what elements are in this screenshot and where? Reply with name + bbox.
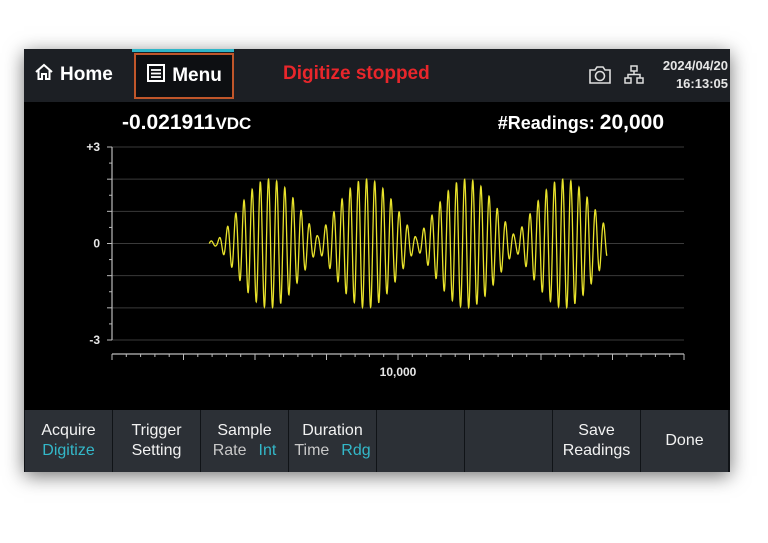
softkey-sub-label: Rate [212,442,247,459]
y-tick-label: 0 [93,237,100,251]
menu-button[interactable]: Menu [134,53,234,99]
softkey-done[interactable]: Done [641,410,728,472]
softkey-save-readings[interactable]: Save Readings [553,410,640,472]
measurement-reading: -0.021911VDC [122,111,251,135]
instrument-screen: Home Menu Digitize stopped 2024/04/20 16… [24,49,730,472]
menu-icon [146,63,166,89]
chart-labels: +3 0 -3 10,000 [86,140,416,379]
softkey-label: Trigger [131,422,182,439]
softkey-duration[interactable]: Duration Time Rdg [289,410,376,472]
softkey-blank-1[interactable] [377,410,464,472]
menu-tab-indicator [132,49,234,52]
home-label: Home [60,64,113,85]
menu-label: Menu [172,65,222,86]
softkey-label: Acquire [41,422,96,439]
softkey-value-row: Rate Int [213,441,277,461]
softkey-value: Rdg [341,442,371,459]
x-tick-label: 10,000 [380,365,417,379]
reading-unit: VDC [215,114,252,133]
acquisition-status: Digitize stopped [283,63,430,84]
time-text: 16:13:05 [675,76,728,91]
readings-count: #Readings: 20,000 [498,111,664,135]
softkey-value: Int [258,442,277,459]
waveform-chart[interactable]: +3 0 -3 10,000 [24,137,730,382]
softkey-value-row: Time Rdg [294,441,370,461]
softkey-label: Duration [302,422,363,439]
y-tick-label: +3 [86,140,100,154]
softkey-sub-label: Time [294,442,330,459]
softkey-label: Sample [217,422,272,439]
softkey-label-line2: Readings [562,442,631,459]
softkey-label: Done [665,432,704,449]
softkey-sample-rate[interactable]: Sample Rate Int [201,410,288,472]
chart-grid [112,146,684,341]
softkey-label: Save [578,422,615,439]
camera-icon[interactable] [588,65,612,90]
softkey-acquire[interactable]: Acquire Digitize [25,410,112,472]
y-tick-label: -3 [89,333,100,347]
softkey-blank-2[interactable] [465,410,552,472]
softkey-bar: Acquire Digitize Trigger Setting Sample Rate I… [24,410,730,472]
reading-value: -0.021911 [122,111,216,134]
readings-label: #Readings: [497,113,595,133]
softkey-label-line2: Setting [131,442,182,459]
home-icon [34,62,54,88]
date-text: 2024/04/20 [662,58,728,73]
readings-value: 20,000 [599,111,664,134]
top-bar: Home Menu Digitize stopped 2024/04/20 16… [24,49,730,102]
datetime: 2024/04/20 16:13:05 [663,57,728,93]
home-button[interactable]: Home [34,51,113,99]
softkey-value: Digitize [42,442,95,459]
network-icon [624,65,644,90]
softkey-trigger-setting[interactable]: Trigger Setting [113,410,200,472]
